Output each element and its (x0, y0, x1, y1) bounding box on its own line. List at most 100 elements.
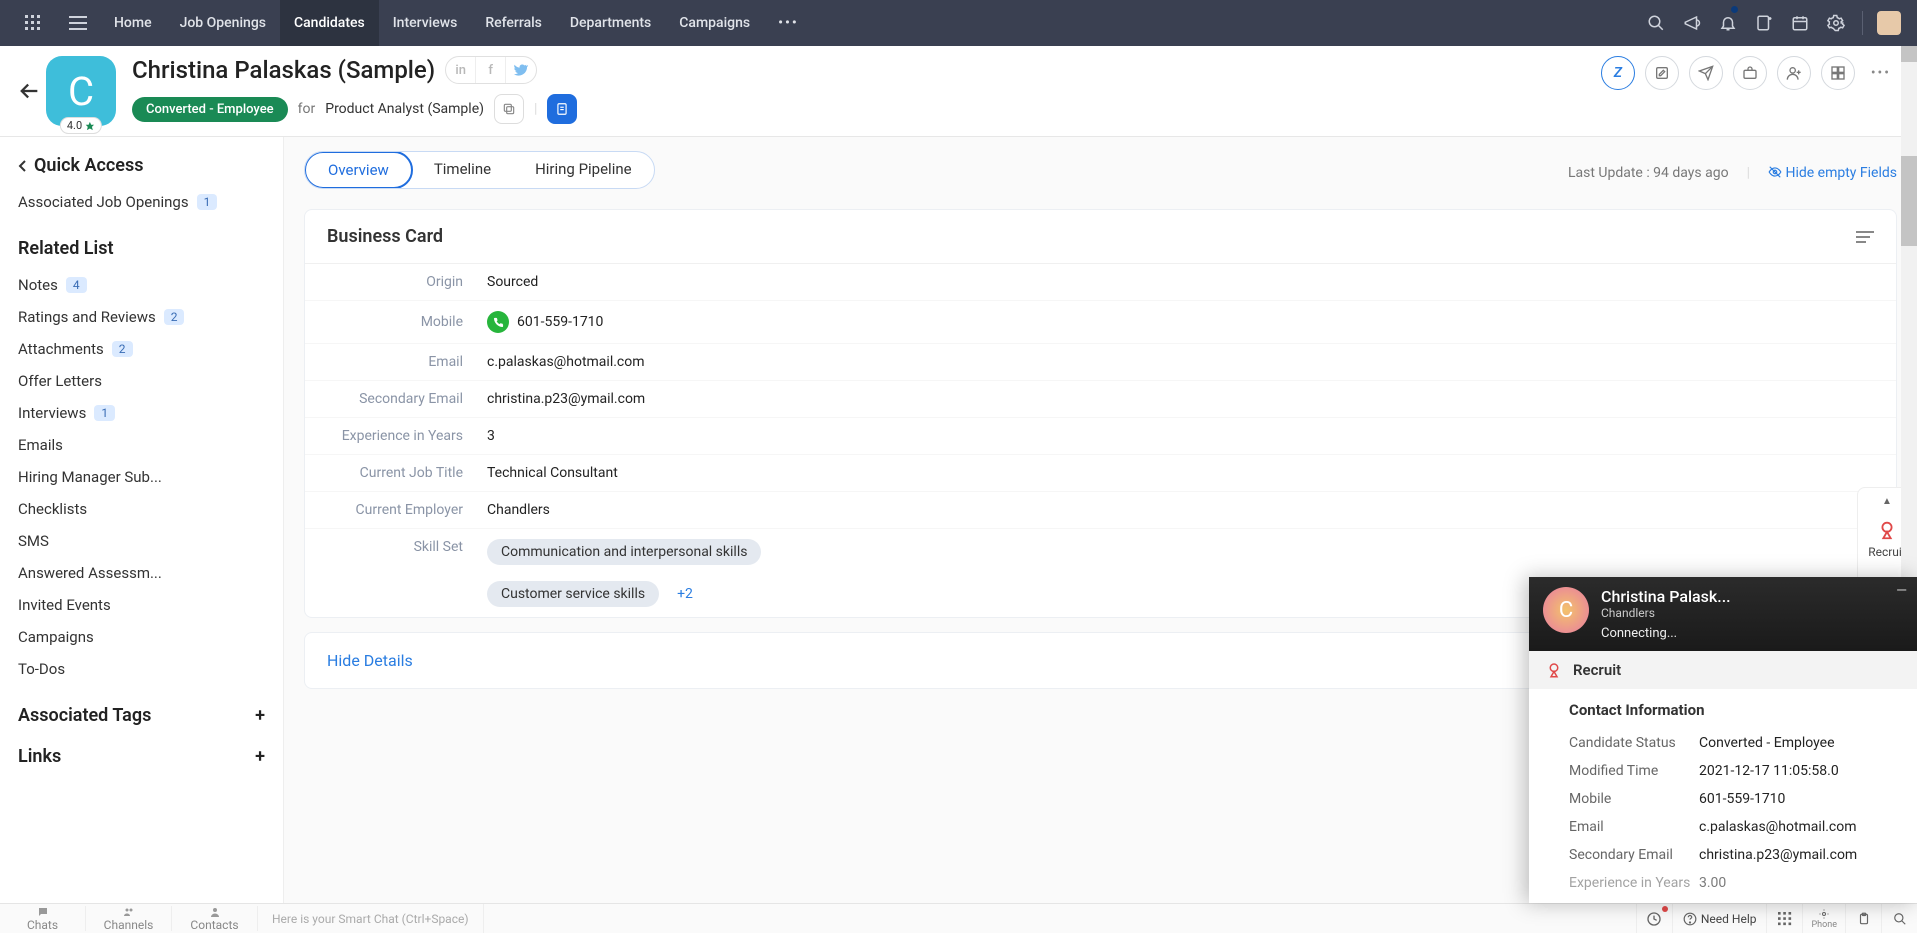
social-chips: in f (445, 56, 537, 84)
nav-candidates[interactable]: Candidates (280, 0, 379, 46)
card-title: Business Card (327, 226, 443, 247)
card-settings-icon[interactable] (1856, 230, 1874, 244)
skill-chip: Communication and interpersonal skills (487, 539, 761, 565)
nav-job-openings[interactable]: Job Openings (166, 0, 280, 46)
add-note-icon[interactable] (1746, 0, 1782, 46)
nav-referrals[interactable]: Referrals (471, 0, 556, 46)
skill-chip: Customer service skills (487, 581, 659, 607)
briefcase-icon[interactable] (1733, 56, 1767, 90)
calendar-icon[interactable] (1782, 0, 1818, 46)
plus-icon[interactable]: + (255, 705, 265, 726)
left-sidebar: Quick Access Associated Job Openings1 Re… (0, 137, 284, 904)
nav-interviews[interactable]: Interviews (379, 0, 472, 46)
clipboard-icon[interactable] (1845, 904, 1881, 933)
user-avatar[interactable] (1871, 0, 1907, 46)
hide-empty-link[interactable]: Hide empty Fields (1768, 165, 1897, 181)
associated-tags-title[interactable]: Associated Tags+ (18, 705, 283, 726)
meta-right: Last Update : 94 days ago | Hide empty F… (1568, 165, 1897, 181)
announce-icon[interactable] (1674, 0, 1710, 46)
history-icon[interactable] (1636, 904, 1672, 933)
gear-icon[interactable] (1818, 0, 1854, 46)
sidebar-attachments[interactable]: Attachments2 (18, 333, 283, 365)
sidebar-checklists[interactable]: Checklists (18, 493, 283, 525)
status-pill[interactable]: Converted - Employee (132, 97, 288, 122)
candidate-avatar: C 4.0 (46, 56, 116, 126)
hamburger-icon[interactable] (55, 16, 100, 30)
sidebar-notes[interactable]: Notes4 (18, 269, 283, 301)
add-person-icon[interactable] (1777, 56, 1811, 90)
sidebar-campaigns[interactable]: Campaigns (18, 621, 283, 653)
twitter-icon[interactable] (506, 57, 536, 83)
contact-info-title: Contact Information (1569, 701, 1897, 719)
bottom-chats[interactable]: Chats (0, 906, 86, 931)
rail-up-icon[interactable]: ▲ (1880, 494, 1894, 509)
field-sec-email[interactable]: Secondary Emailchristina.p23@ymail.com (305, 381, 1896, 418)
facebook-icon[interactable]: f (476, 57, 506, 83)
search-icon[interactable] (1638, 0, 1674, 46)
popup-body: Contact Information Candidate StatusConv… (1529, 689, 1917, 903)
field-employer[interactable]: Current EmployerChandlers (305, 492, 1896, 529)
collapse-icon[interactable] (18, 159, 28, 173)
business-card: Business Card OriginSourced Mobile601-55… (304, 209, 1897, 618)
sidebar-offer-letters[interactable]: Offer Letters (18, 365, 283, 397)
sidebar-emails[interactable]: Emails (18, 429, 283, 461)
sidebar-sms[interactable]: SMS (18, 525, 283, 557)
quick-access-title: Quick Access (18, 155, 283, 176)
avatar-initial: C (68, 68, 94, 115)
popup-company: Chandlers (1601, 606, 1731, 622)
tab-pipeline[interactable]: Hiring Pipeline (513, 152, 654, 188)
grid-icon[interactable] (1821, 56, 1855, 90)
zia-icon[interactable]: Z (1601, 56, 1635, 90)
sidebar-assessments[interactable]: Answered Assessm... (18, 557, 283, 589)
job-link[interactable]: Product Analyst (Sample) (325, 101, 484, 117)
phone-button[interactable]: Phone (1802, 904, 1845, 933)
apps-grid-icon[interactable] (10, 0, 55, 46)
sidebar-assoc-job[interactable]: Associated Job Openings1 (18, 186, 283, 218)
need-help-button[interactable]: Need Help (1672, 904, 1767, 933)
popup-header: C Christina Palask... Chandlers Connecti… (1529, 577, 1917, 651)
candidate-name-row: Christina Palaskas (Sample) in f (132, 56, 577, 84)
header-actions: Z ••• (1601, 56, 1897, 90)
sidebar-interviews[interactable]: Interviews1 (18, 397, 283, 429)
tab-timeline[interactable]: Timeline (412, 152, 513, 188)
bottom-contacts[interactable]: Contacts (172, 906, 258, 931)
field-email[interactable]: Emailc.palaskas@hotmail.com (305, 344, 1896, 381)
field-origin[interactable]: OriginSourced (305, 264, 1896, 301)
tab-overview[interactable]: Overview (304, 151, 413, 189)
nav-more-icon[interactable]: ••• (764, 0, 813, 46)
copy-icon[interactable] (494, 94, 524, 124)
field-mobile[interactable]: Mobile601-559-1710 (305, 301, 1896, 344)
bottom-apps-icon[interactable] (1766, 904, 1802, 933)
document-icon[interactable] (547, 94, 577, 124)
nav-departments[interactable]: Departments (556, 0, 665, 46)
sidebar-hiring-manager[interactable]: Hiring Manager Sub... (18, 461, 283, 493)
status-row: Converted - Employee for Product Analyst… (132, 94, 577, 124)
phone-icon[interactable] (487, 311, 509, 333)
smart-chat-input[interactable]: Here is your Smart Chat (Ctrl+Space) (258, 904, 484, 933)
bell-icon[interactable] (1710, 0, 1746, 46)
bottom-search-icon[interactable] (1881, 904, 1917, 933)
send-icon[interactable] (1689, 56, 1723, 90)
back-arrow-icon[interactable] (14, 56, 46, 126)
field-job-title[interactable]: Current Job TitleTechnical Consultant (305, 455, 1896, 492)
edit-icon[interactable] (1645, 56, 1679, 90)
divider (1862, 11, 1863, 35)
plus-icon[interactable]: + (255, 746, 265, 767)
minimize-icon[interactable]: — (1896, 583, 1907, 599)
nav-campaigns[interactable]: Campaigns (665, 0, 764, 46)
field-experience[interactable]: Experience in Years3 (305, 418, 1896, 455)
sidebar-invited-events[interactable]: Invited Events (18, 589, 283, 621)
sidebar-ratings[interactable]: Ratings and Reviews2 (18, 301, 283, 333)
more-actions-icon[interactable]: ••• (1865, 65, 1897, 81)
more-skills-link[interactable]: +2 (667, 586, 693, 602)
nav-home[interactable]: Home (100, 0, 166, 46)
links-title[interactable]: Links+ (18, 746, 283, 767)
candidate-header: C 4.0 Christina Palaskas (Sample) in f C… (0, 46, 1917, 137)
linkedin-icon[interactable]: in (446, 57, 476, 83)
info-row: Secondary Emailchristina.p23@ymail.com (1569, 841, 1897, 869)
popup-section-recruit[interactable]: Recruit (1529, 651, 1917, 689)
last-update-label: Last Update : 94 days ago (1568, 165, 1729, 181)
bottom-channels[interactable]: Channels (86, 906, 172, 931)
sidebar-todos[interactable]: To-Dos (18, 653, 283, 685)
rating-chip[interactable]: 4.0 (60, 117, 102, 134)
